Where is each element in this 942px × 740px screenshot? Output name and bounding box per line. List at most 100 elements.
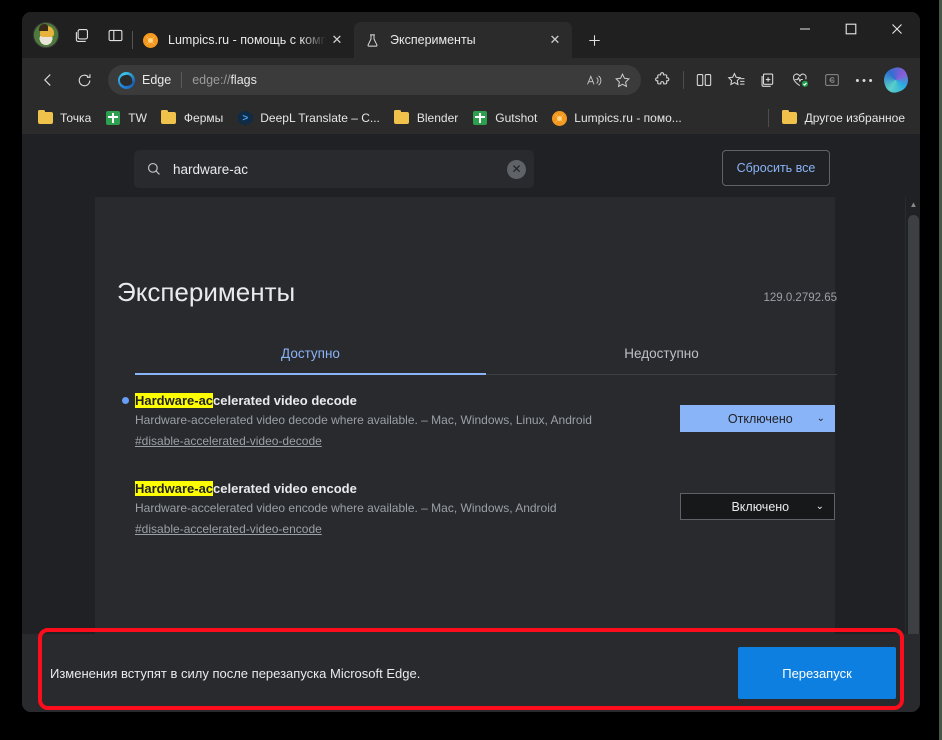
bookmark-item[interactable]: TW	[98, 106, 154, 130]
other-favorites-label: Другое избранное	[804, 111, 905, 125]
flag-title: Hardware-accelerated video encode	[135, 481, 680, 496]
folder-icon	[161, 109, 177, 126]
bookmark-item[interactable]: Gutshot	[465, 106, 544, 130]
search-icon	[146, 161, 162, 177]
bookmark-label: Точка	[60, 111, 92, 125]
flag-entry: Hardware-accelerated video encode Hardwa…	[135, 481, 835, 538]
tab-available[interactable]: Доступно	[135, 337, 486, 375]
bookmark-item[interactable]: Blender	[387, 106, 465, 130]
reset-all-button[interactable]: Сбросить все	[722, 150, 830, 186]
flag-select-value: Включено	[731, 499, 790, 514]
flag-entry: Hardware-accelerated video decode Hardwa…	[122, 393, 835, 450]
flag-title-highlight: Hardware-ac	[135, 481, 214, 496]
flag-select-value: Отключено	[727, 411, 793, 426]
scrollbar-thumb[interactable]	[908, 215, 919, 641]
other-favorites-folder[interactable]: Другое избранное	[775, 106, 912, 130]
search-input-value: hardware-ac	[173, 161, 249, 177]
new-tab-button[interactable]	[579, 25, 609, 55]
orange-favicon	[551, 110, 567, 126]
extensions-puzzle-icon[interactable]	[647, 64, 679, 96]
bookmarks-divider	[767, 109, 769, 127]
tab-strip: Lumpics.ru - помощь с компьюте ✕ Экспери…	[22, 12, 920, 58]
omnibox-actions	[581, 67, 635, 93]
flag-title-rest: celerated video decode	[213, 393, 357, 408]
page-content: hardware-ac ✕ Сбросить все Эксперименты …	[22, 134, 920, 712]
bookmark-item[interactable]: Точка	[30, 106, 98, 130]
refresh-button[interactable]	[68, 64, 100, 96]
flag-info: Hardware-accelerated video encode Hardwa…	[135, 481, 680, 538]
split-screen-icon[interactable]	[688, 64, 720, 96]
version-label: 129.0.2792.65	[763, 292, 837, 304]
green-square-icon	[105, 110, 121, 126]
bookmarks-bar: Точка TW Фермы DeepL Translate – C... Bl…	[22, 102, 920, 134]
close-window-button[interactable]	[874, 12, 920, 46]
flags-tabs: Доступно Недоступно	[135, 337, 837, 375]
flag-description: Hardware-accelerated video encode where …	[135, 501, 557, 515]
tab-close-icon[interactable]: ✕	[544, 29, 566, 51]
flag-anchor-link[interactable]: #disable-accelerated-video-encode	[135, 522, 322, 536]
tab-experiments[interactable]: Эксперименты ✕	[354, 22, 572, 58]
internet-explorer-mode-icon[interactable]	[816, 64, 848, 96]
scroll-up-arrow-icon[interactable]: ▲	[906, 197, 920, 212]
browser-essentials-heart-icon[interactable]	[784, 64, 816, 96]
read-aloud-icon[interactable]	[581, 67, 607, 93]
bookmark-label: Фермы	[183, 111, 224, 125]
add-favorite-star-icon[interactable]	[609, 67, 635, 93]
flag-anchor-link[interactable]: #disable-accelerated-video-decode	[135, 434, 322, 448]
browser-window: Lumpics.ru - помощь с компьюте ✕ Экспери…	[22, 12, 920, 712]
collections-icon[interactable]	[752, 64, 784, 96]
modified-dot-icon	[122, 397, 129, 404]
favorites-star-icon[interactable]	[720, 64, 752, 96]
flag-info: Hardware-accelerated video decode Hardwa…	[122, 393, 680, 450]
flag-title-highlight: Hardware-ac	[135, 393, 214, 408]
address-bar[interactable]: Edge edge://flags	[108, 65, 641, 95]
restart-message: Изменения вступят в силу после перезапус…	[50, 665, 421, 681]
bookmark-label: DeepL Translate – C...	[260, 111, 380, 125]
restart-button[interactable]: Перезапуск	[738, 647, 896, 699]
tab-list: Lumpics.ru - помощь с компьюте ✕ Экспери…	[132, 12, 609, 58]
bookmark-label: Blender	[416, 111, 459, 125]
omnibox-url: edge://flags	[192, 73, 257, 87]
tab-title: Lumpics.ru - помощь с компьюте	[168, 33, 326, 47]
omnibox-divider	[181, 72, 183, 88]
flag-select-encode[interactable]: Включено ⌄	[680, 493, 835, 520]
search-input[interactable]: hardware-ac ✕	[134, 150, 534, 188]
back-button[interactable]	[32, 64, 64, 96]
orange-favicon	[142, 32, 159, 49]
navigation-toolbar: Edge edge://flags	[22, 58, 920, 102]
copilot-icon[interactable]	[880, 64, 912, 96]
tab-strip-left-controls	[22, 12, 132, 58]
bookmark-item[interactable]: Фермы	[154, 106, 230, 130]
bookmarks-right-group: Другое избранное	[762, 106, 912, 130]
flag-description: Hardware-accelerated video decode where …	[135, 413, 592, 427]
edge-logo-icon	[118, 71, 135, 89]
bookmark-label: Gutshot	[495, 111, 538, 125]
clear-search-icon[interactable]: ✕	[507, 159, 526, 179]
green-square-icon	[472, 110, 488, 126]
flask-icon	[364, 32, 381, 49]
page-header: Эксперименты 129.0.2792.65	[117, 277, 837, 308]
flag-title: Hardware-accelerated video decode	[122, 393, 680, 408]
profile-avatar[interactable]	[33, 22, 59, 48]
maximize-button[interactable]	[828, 12, 874, 46]
chevron-down-icon: ⌄	[816, 413, 825, 424]
vertical-tabs-icon[interactable]	[98, 18, 132, 52]
deepl-icon	[237, 110, 253, 126]
bookmark-label: Lumpics.ru - помо...	[574, 111, 682, 125]
bookmark-item[interactable]: DeepL Translate – C...	[230, 106, 387, 130]
restart-bar: Изменения вступят в силу после перезапус…	[22, 634, 920, 712]
folder-icon	[37, 109, 53, 126]
toolbar-divider	[683, 71, 684, 89]
bookmark-label: TW	[128, 111, 147, 125]
tab-search-icon[interactable]	[64, 18, 98, 52]
flags-search-row: hardware-ac ✕ Сбросить все	[22, 134, 920, 197]
minimize-button[interactable]	[782, 12, 828, 46]
tab-close-icon[interactable]: ✕	[326, 29, 348, 51]
tab-unavailable[interactable]: Недоступно	[486, 337, 837, 374]
folder-icon	[394, 109, 410, 126]
settings-ellipsis-icon[interactable]	[848, 64, 880, 96]
tab-lumpics[interactable]: Lumpics.ru - помощь с компьюте ✕	[132, 22, 354, 58]
flag-select-decode[interactable]: Отключено ⌄	[680, 405, 835, 432]
bookmark-item[interactable]: Lumpics.ru - помо...	[544, 106, 688, 130]
page-title: Эксперименты	[117, 277, 296, 307]
